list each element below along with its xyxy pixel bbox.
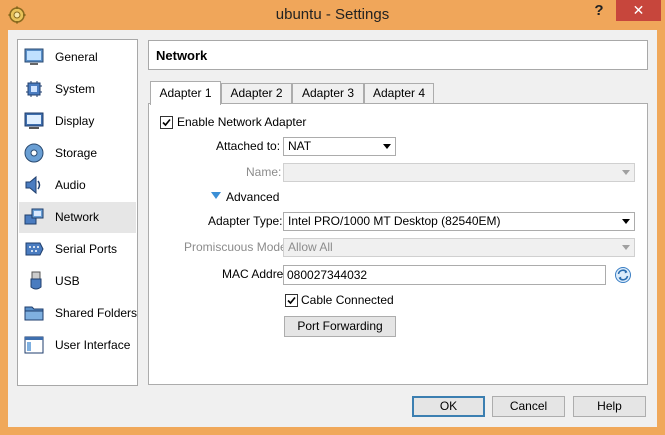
title-bar[interactable]: ubuntu - Settings ? ✕ — [0, 0, 665, 30]
adapter-type-select[interactable]: Intel PRO/1000 MT Desktop (82540EM) — [283, 212, 635, 231]
display-icon — [24, 112, 44, 129]
dropdown-arrow-icon — [622, 245, 630, 250]
dropdown-arrow-icon — [622, 219, 630, 224]
enable-adapter-label: Enable Network Adapter — [177, 115, 307, 129]
tab-adapter-3[interactable]: Adapter 3 — [292, 83, 364, 103]
help-button[interactable]: Help — [573, 396, 646, 417]
sidebar-item-label: USB — [55, 274, 80, 288]
sidebar-item-network[interactable]: Network — [19, 202, 136, 233]
cable-connected-label: Cable Connected — [301, 293, 394, 307]
attached-to-value: NAT — [288, 139, 312, 153]
sidebar-item-user-interface[interactable]: User Interface — [19, 330, 136, 361]
settings-sidebar: General System Display Storage Audio Net… — [17, 39, 138, 386]
tab-adapter-1[interactable]: Adapter 1 — [150, 81, 221, 105]
expand-triangle-icon[interactable] — [211, 192, 221, 200]
sidebar-item-label: System — [55, 82, 96, 96]
tab-label: Adapter 1 — [159, 86, 212, 100]
checkmark-icon — [287, 296, 296, 305]
port-forwarding-button[interactable]: Port Forwarding — [284, 316, 396, 337]
title-close-button[interactable]: ✕ — [616, 0, 661, 21]
ok-button[interactable]: OK — [412, 396, 485, 417]
sidebar-item-label: Display — [55, 114, 95, 128]
general-icon — [24, 48, 44, 65]
sidebar-item-storage[interactable]: Storage — [19, 138, 136, 169]
tab-label: Adapter 4 — [372, 86, 426, 100]
adapter-type-label: Adapter Type: — [208, 214, 283, 228]
promiscuous-mode-select[interactable]: Allow All — [283, 238, 635, 257]
promiscuous-mode-label: Promiscuous Mode: — [184, 240, 291, 254]
attached-to-label: Attached to: — [216, 139, 281, 153]
sidebar-item-label: General — [55, 50, 98, 64]
serial-ports-icon — [25, 242, 44, 256]
promiscuous-mode-value: Allow All — [288, 240, 333, 254]
cancel-button[interactable]: Cancel — [492, 396, 565, 417]
dropdown-arrow-icon — [383, 144, 391, 149]
tab-label: Adapter 3 — [301, 86, 355, 100]
sidebar-item-usb[interactable]: USB — [19, 266, 136, 297]
page-header: Network — [148, 40, 648, 70]
name-label: Name: — [246, 165, 282, 179]
sidebar-item-label: Network — [55, 210, 100, 224]
storage-icon — [24, 143, 44, 163]
adapter-type-value: Intel PRO/1000 MT Desktop (82540EM) — [288, 214, 501, 228]
sidebar-item-general[interactable]: General — [19, 42, 136, 73]
dropdown-arrow-icon — [622, 170, 630, 175]
enable-adapter-checkbox[interactable] — [160, 116, 173, 129]
checkmark-icon — [162, 118, 171, 127]
refresh-mac-icon[interactable] — [614, 266, 632, 284]
shared-folders-icon — [24, 306, 44, 321]
usb-icon — [30, 271, 42, 290]
sidebar-item-label: Shared Folders — [55, 306, 138, 320]
system-icon — [26, 81, 42, 97]
attached-to-select[interactable]: NAT — [283, 137, 396, 156]
sidebar-item-label: Audio — [55, 178, 86, 192]
sidebar-item-label: User Interface — [55, 338, 131, 352]
sidebar-item-system[interactable]: System — [19, 74, 136, 105]
dialog-client-area: General System Display Storage Audio Net… — [8, 30, 657, 427]
page-title: Network — [156, 48, 208, 63]
cable-connected-checkbox[interactable] — [285, 294, 298, 307]
title-help-button[interactable]: ? — [585, 1, 613, 21]
sidebar-item-label: Serial Ports — [55, 242, 118, 256]
mac-address-input[interactable] — [287, 267, 587, 283]
advanced-toggle[interactable]: Advanced — [226, 190, 279, 204]
name-select[interactable] — [283, 163, 635, 182]
window-title: ubuntu - Settings — [275, 6, 390, 23]
tab-label: Adapter 2 — [230, 86, 283, 100]
settings-window: ubuntu - Settings ? ✕ General System Dis… — [0, 0, 665, 435]
network-icon — [24, 208, 44, 225]
tab-adapter-2[interactable]: Adapter 2 — [221, 83, 292, 103]
adapter-panel: Enable Network Adapter Attached to: NAT … — [148, 103, 648, 385]
tab-adapter-4[interactable]: Adapter 4 — [364, 83, 434, 103]
sidebar-item-shared-folders[interactable]: Shared Folders — [19, 298, 138, 329]
sidebar-item-audio[interactable]: Audio — [19, 170, 136, 201]
sidebar-item-label: Storage — [55, 146, 98, 160]
mac-address-field[interactable] — [283, 265, 606, 285]
audio-icon — [25, 175, 41, 195]
sidebar-item-display[interactable]: Display — [19, 106, 136, 137]
user-interface-icon — [24, 336, 44, 354]
sidebar-item-serial-ports[interactable]: Serial Ports — [19, 234, 136, 265]
